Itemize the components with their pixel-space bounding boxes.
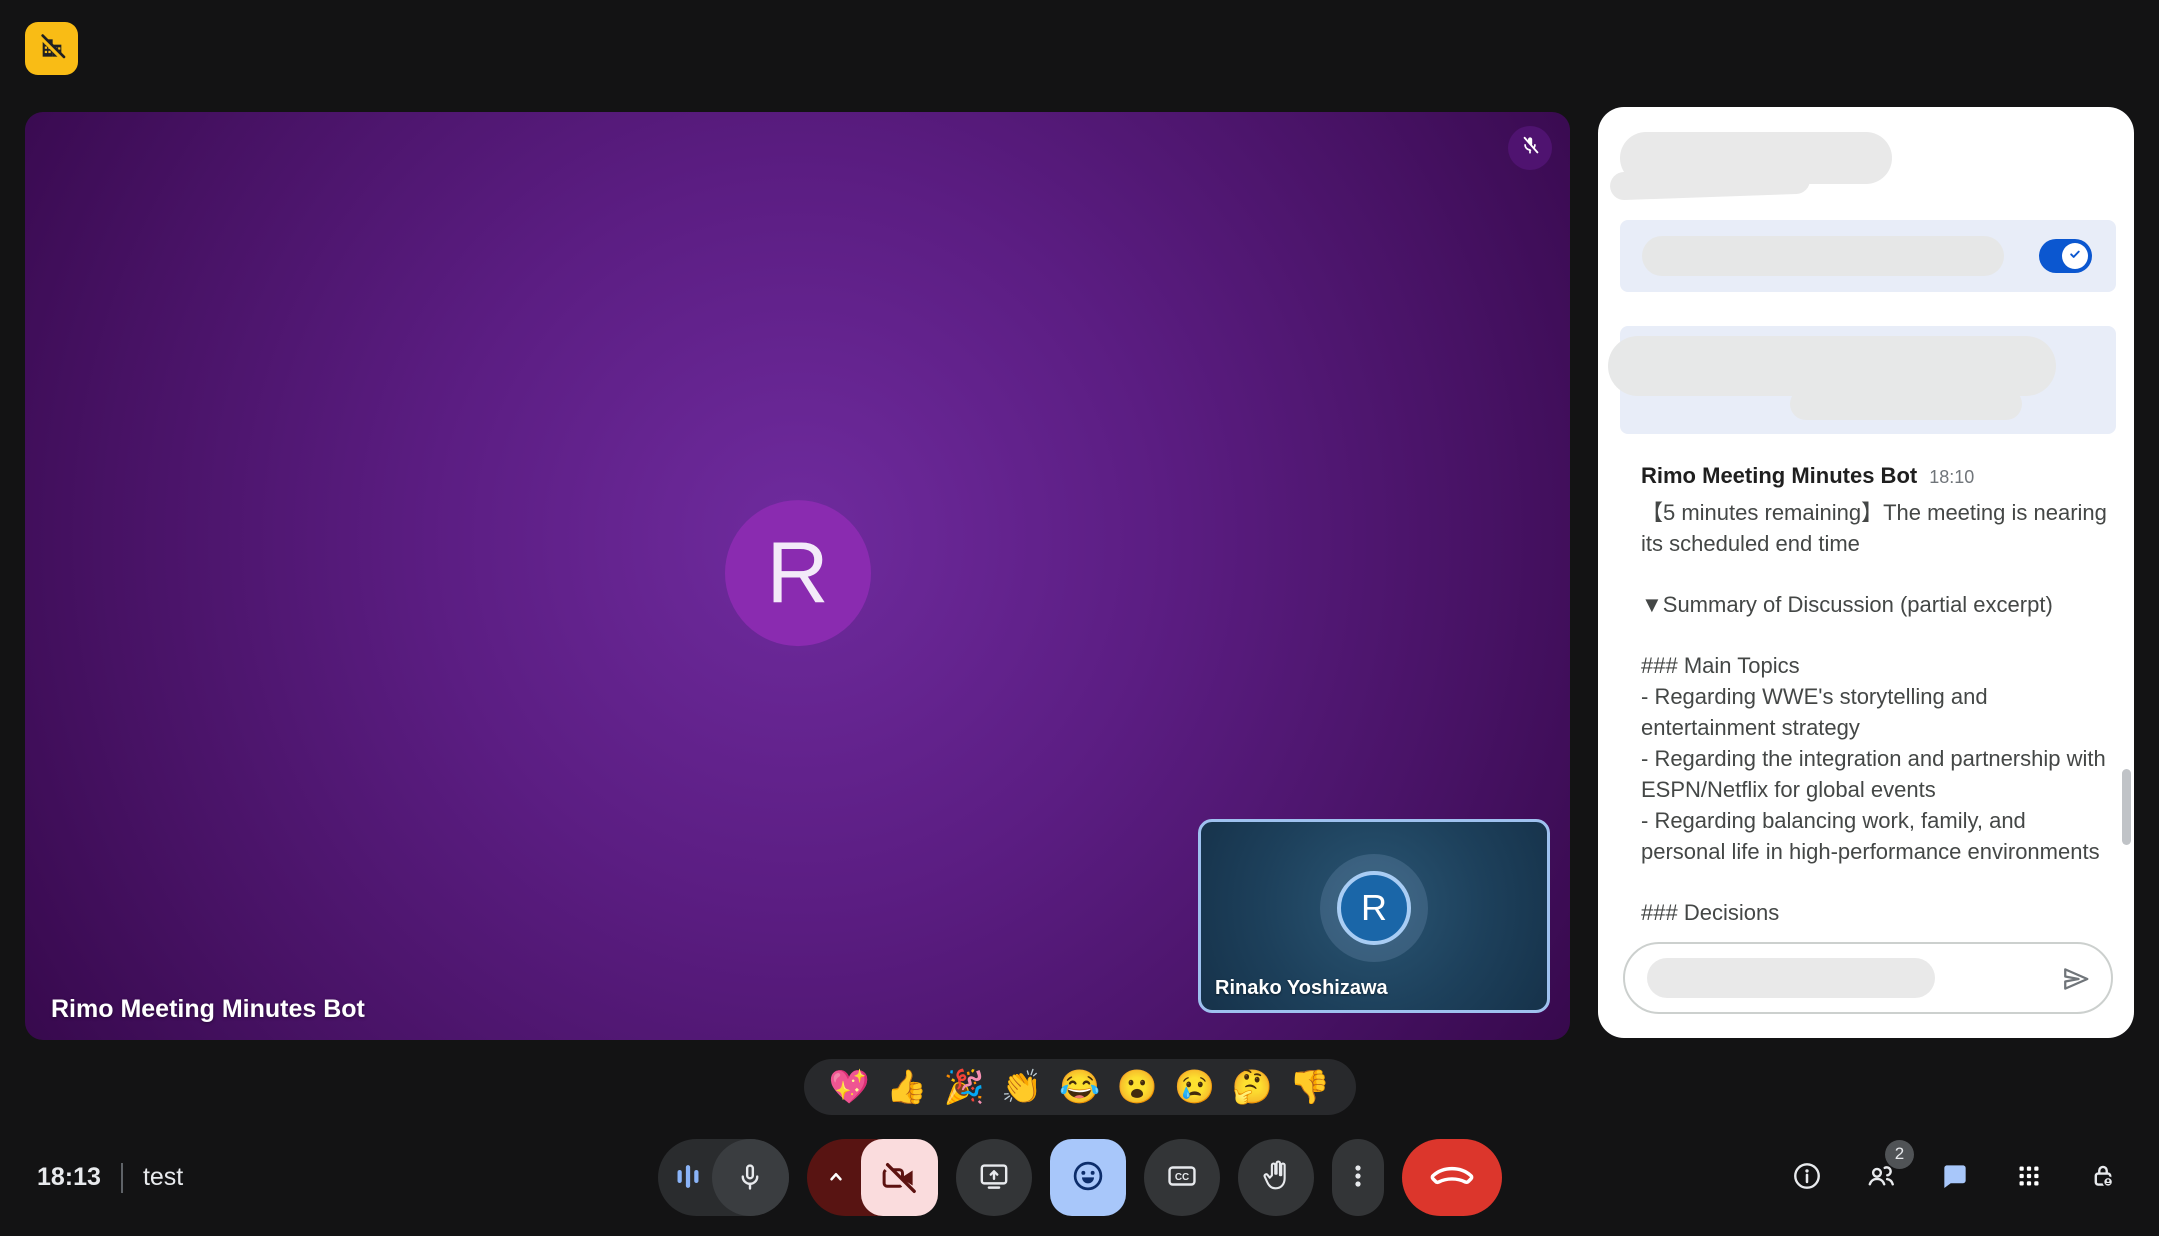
bot-chat-panel: Rimo Meeting Minutes Bot 18:10 【5 minute…	[1598, 107, 2134, 1038]
reaction-surprised[interactable]: 😮	[1117, 1059, 1158, 1115]
reaction-clap[interactable]: 👏	[1001, 1059, 1042, 1115]
info-icon	[1791, 1160, 1823, 1195]
microphone-button[interactable]	[657, 1139, 789, 1216]
chat-icon	[1939, 1160, 1971, 1195]
meeting-info: 18:13 test	[37, 1139, 183, 1216]
reaction-laugh[interactable]: 😂	[1059, 1059, 1100, 1115]
redacted-input-text	[1647, 958, 1935, 998]
message-paragraph: 【5 minutes remaining】The meeting is near…	[1641, 500, 2107, 556]
message-sender: Rimo Meeting Minutes Bot	[1641, 463, 1918, 488]
smiley-icon	[1070, 1158, 1106, 1197]
meeting-window: R Rimo Meeting Minutes Bot R Rinako Yosh…	[0, 0, 2159, 1236]
bot-enabled-toggle[interactable]	[2039, 239, 2092, 273]
reactions-bar: 💖 👍 🎉 👏 😂 😮 😢 🤔 👎	[803, 1059, 1356, 1115]
toggle-knob	[2062, 243, 2088, 269]
message-paragraph: ### Main Topics - Regarding WWE's storyt…	[1641, 653, 2106, 864]
chat-button[interactable]	[1939, 1162, 1971, 1194]
clock: 18:13	[37, 1163, 101, 1191]
captions-icon: CC	[1165, 1159, 1199, 1196]
chat-message: Rimo Meeting Minutes Bot 18:10 【5 minute…	[1641, 463, 2109, 958]
activities-button[interactable]	[2013, 1162, 2045, 1194]
camera-off-icon	[860, 1139, 938, 1216]
chat-message-input[interactable]	[1623, 942, 2113, 1014]
raise-hand-button[interactable]	[1237, 1139, 1314, 1216]
camera-button[interactable]	[806, 1139, 938, 1216]
companion-mode-off-badge[interactable]	[25, 22, 78, 75]
checkmark-icon	[2067, 246, 2083, 267]
raise-hand-icon	[1259, 1159, 1293, 1196]
avatar: R	[724, 500, 871, 647]
bot-notice-box	[1608, 326, 2116, 434]
companion-mode-off-icon	[36, 30, 68, 67]
mic-off-icon	[1518, 134, 1542, 163]
reactions-button[interactable]	[1049, 1139, 1126, 1216]
host-controls-lock-icon	[2087, 1160, 2119, 1195]
redacted-notice-text	[1608, 336, 2056, 396]
message-timestamp: 18:10	[1929, 467, 1975, 487]
participants-count-badge: 2	[1885, 1139, 1914, 1169]
present-screen-button[interactable]	[955, 1139, 1032, 1216]
end-call-button[interactable]	[1401, 1139, 1502, 1216]
audio-level-icon	[671, 1159, 705, 1196]
redacted-notice-text	[1790, 388, 2022, 420]
meeting-name: test	[142, 1163, 184, 1191]
panel-scrollbar-thumb[interactable]	[2122, 769, 2131, 845]
chevron-up-icon	[821, 1161, 851, 1194]
svg-text:CC: CC	[1174, 1172, 1188, 1183]
bot-toggle-row	[1620, 220, 2116, 292]
captions-button[interactable]: CC	[1143, 1139, 1220, 1216]
message-header: Rimo Meeting Minutes Bot 18:10	[1641, 463, 2109, 489]
participant-name: Rinako Yoshizawa	[1215, 977, 1388, 999]
divider	[120, 1162, 123, 1193]
present-screen-icon	[977, 1159, 1011, 1196]
send-icon	[2059, 968, 2093, 999]
redacted-panel-title	[1609, 165, 1811, 201]
reaction-heart[interactable]: 💖	[829, 1059, 870, 1115]
apps-grid-icon	[2014, 1161, 2044, 1194]
call-controls: CC	[657, 1139, 1502, 1216]
pip-video-tile[interactable]: R Rinako Yoshizawa	[1198, 819, 1550, 1013]
reaction-thinking[interactable]: 🤔	[1232, 1059, 1273, 1115]
side-controls: 2	[1791, 1139, 2119, 1216]
participants-button[interactable]: 2	[1865, 1139, 1914, 1194]
redacted-toggle-label	[1642, 236, 2004, 276]
avatar-letter: R	[766, 524, 829, 621]
reaction-cry[interactable]: 😢	[1174, 1059, 1215, 1115]
message-paragraph: ### Decisions	[1641, 900, 1780, 925]
send-message-button[interactable]	[2059, 962, 2093, 996]
reaction-thumbs-up[interactable]: 👍	[886, 1059, 927, 1115]
mic-muted-indicator	[1508, 126, 1552, 170]
participant-name: Rimo Meeting Minutes Bot	[51, 995, 365, 1023]
more-options-icon	[1343, 1161, 1373, 1194]
reaction-party[interactable]: 🎉	[944, 1059, 985, 1115]
avatar: R	[1337, 871, 1411, 946]
meeting-details-button[interactable]	[1791, 1162, 1823, 1194]
reaction-thumbs-down[interactable]: 👎	[1289, 1059, 1330, 1115]
avatar-letter: R	[1361, 887, 1387, 929]
host-controls-button[interactable]	[2087, 1162, 2119, 1194]
end-call-icon	[1430, 1154, 1474, 1201]
message-paragraph: ▼Summary of Discussion (partial excerpt)	[1641, 592, 2053, 617]
mic-icon	[711, 1139, 789, 1216]
more-options-button[interactable]	[1331, 1139, 1384, 1216]
